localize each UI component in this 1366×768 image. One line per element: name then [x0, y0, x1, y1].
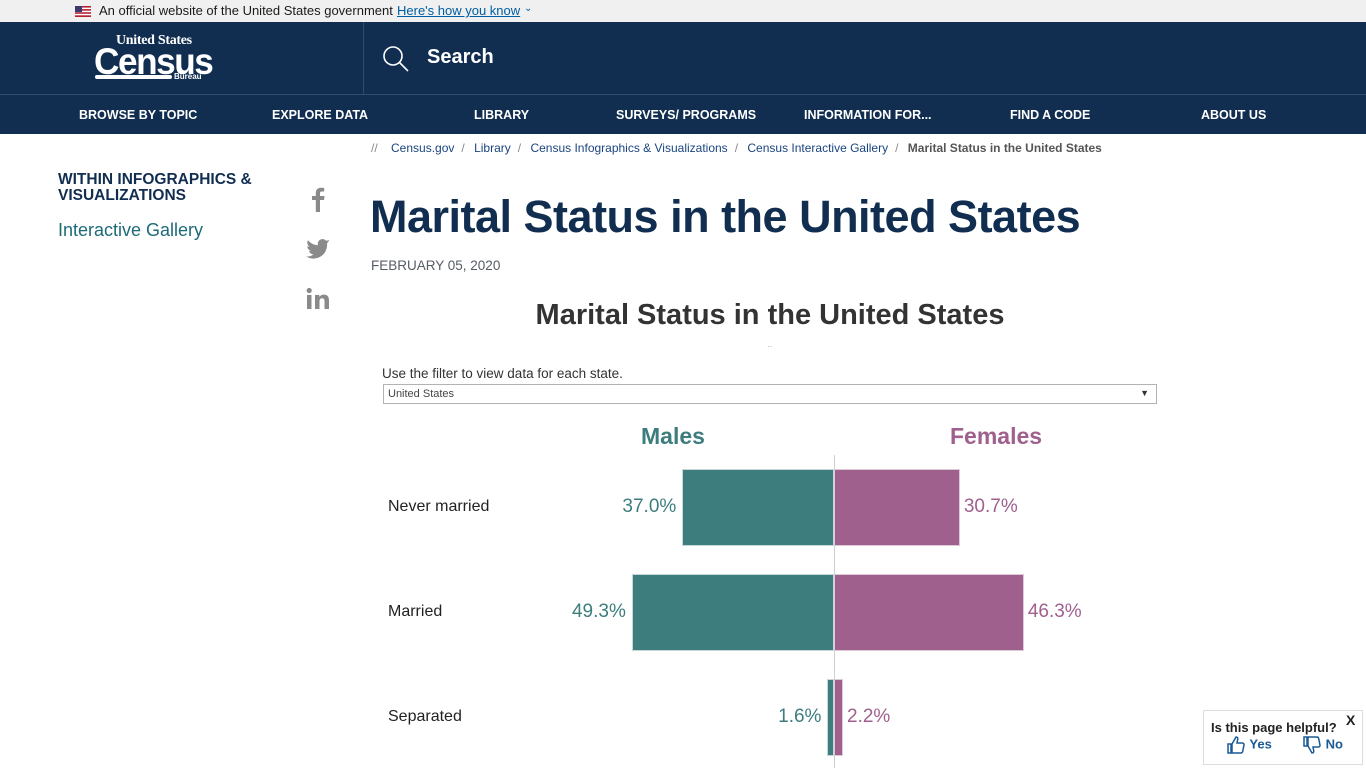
breadcrumb-infographics[interactable]: Census Infographics & Visualizations	[530, 141, 727, 155]
bar-males[interactable]	[682, 469, 834, 546]
how-you-know-link[interactable]: Here's how you know	[397, 3, 520, 18]
bar-females[interactable]	[834, 679, 844, 756]
breadcrumb-interactive-gallery[interactable]: Census Interactive Gallery	[747, 141, 888, 155]
search-icon[interactable]	[382, 45, 410, 73]
data-label-females: 2.2%	[847, 706, 891, 727]
nav-about-us[interactable]: ABOUT US	[1201, 108, 1266, 122]
state-filter-select[interactable]: United States ▼	[383, 384, 1157, 404]
nav-library[interactable]: LIBRARY	[474, 108, 529, 122]
page-title: Marital Status in the United States	[370, 191, 1081, 242]
breadcrumb-library[interactable]: Library	[474, 141, 511, 155]
gov-banner-text: An official website of the United States…	[99, 3, 393, 18]
data-label-males: 1.6%	[778, 706, 822, 727]
feedback-close-button[interactable]: X	[1346, 712, 1355, 728]
chevron-down-icon[interactable]: ⌄	[524, 3, 532, 14]
search-button[interactable]: Search	[427, 46, 494, 69]
viz-separator: ··	[767, 342, 773, 351]
nav-surveys-programs[interactable]: SURVEYS/ PROGRAMS	[616, 108, 756, 122]
legend-females: Females	[950, 423, 1043, 449]
nav-information-for[interactable]: INFORMATION FOR...	[804, 108, 932, 122]
twitter-icon[interactable]	[303, 234, 333, 264]
feedback-question: Is this page helpful?	[1211, 720, 1337, 735]
breadcrumb-current: Marital Status in the United States	[907, 141, 1102, 155]
state-filter-value: United States	[388, 388, 455, 400]
feedback-yes-label: Yes	[1249, 736, 1272, 752]
feedback-no-label: No	[1325, 736, 1343, 752]
gov-banner: An official website of the United States…	[0, 0, 1366, 22]
nav-browse-by-topic[interactable]: BROWSE BY TOPIC	[79, 108, 197, 122]
data-label-males: 49.3%	[571, 601, 626, 622]
page-date: FEBRUARY 05, 2020	[371, 258, 501, 273]
breadcrumb: // Census.gov / Library / Census Infograph…	[371, 141, 1102, 155]
sidebar-link-interactive-gallery[interactable]: Interactive Gallery	[58, 220, 203, 241]
data-label-females: 46.3%	[1027, 601, 1082, 622]
breadcrumb-prefix: //	[371, 141, 378, 155]
logo-bar	[95, 75, 172, 79]
category-label: Never married	[388, 498, 490, 515]
viz-title: Marital Status in the United States	[535, 299, 1005, 331]
bar-males[interactable]	[631, 574, 834, 651]
data-label-males: 37.0%	[622, 496, 677, 517]
main-nav: BROWSE BY TOPIC EXPLORE DATA LIBRARY SUR…	[0, 94, 1366, 134]
bar-males[interactable]	[827, 679, 834, 756]
census-logo[interactable]: United States Census Bureau	[93, 33, 214, 83]
nav-explore-data[interactable]: EXPLORE DATA	[272, 108, 368, 122]
legend-males: Males	[641, 423, 705, 449]
breadcrumb-census-gov[interactable]: Census.gov	[391, 141, 454, 155]
bar-females[interactable]	[834, 469, 960, 546]
category-label: Separated	[388, 708, 462, 725]
feedback-no-button[interactable]: No	[1302, 735, 1343, 755]
us-flag-icon	[75, 6, 91, 17]
site-header: United States Census Bureau Search	[0, 22, 1366, 94]
filter-label: Use the filter to view data for each sta…	[382, 366, 623, 381]
thumbs-down-icon	[1303, 736, 1321, 754]
facebook-icon[interactable]	[303, 184, 333, 214]
dropdown-arrow-icon[interactable]: ▼	[1140, 388, 1149, 398]
header-divider	[363, 22, 364, 94]
nav-find-a-code[interactable]: FIND A CODE	[1010, 108, 1090, 122]
data-label-females: 30.7%	[963, 496, 1018, 517]
bar-females[interactable]	[834, 574, 1024, 651]
category-label: Married	[388, 603, 443, 620]
feedback-widget: Is this page helpful? X Yes No	[1203, 710, 1363, 765]
sidebar-heading: WITHIN INFOGRAPHICS & VISUALIZATIONS	[58, 171, 252, 204]
thumbs-up-icon	[1227, 736, 1245, 754]
feedback-yes-button[interactable]: Yes	[1226, 735, 1272, 755]
logo-bottom-text: Bureau	[174, 72, 202, 81]
